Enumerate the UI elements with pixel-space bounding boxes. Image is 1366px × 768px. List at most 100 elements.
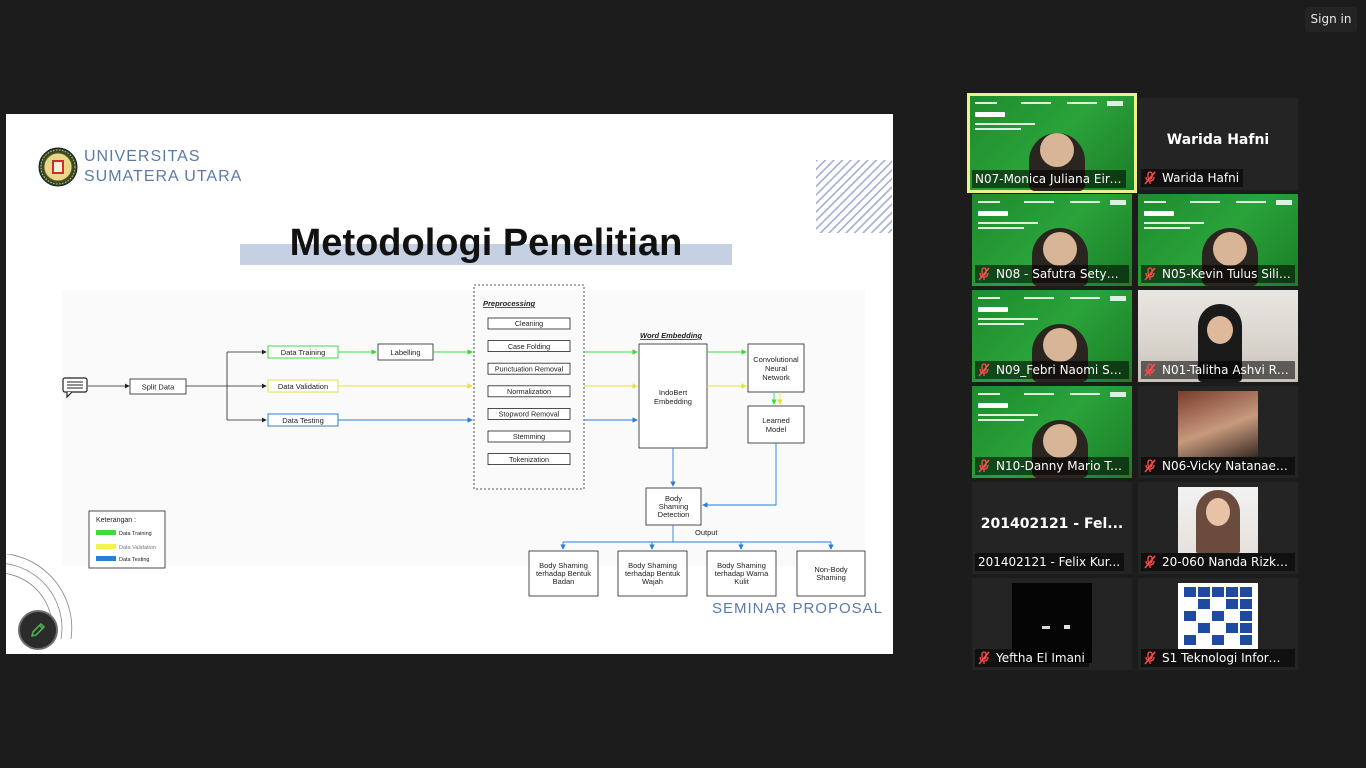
mic-muted-icon [978, 267, 990, 281]
virtual-background-banner [976, 294, 1128, 326]
participant-display-name: 201402121 - Fel... [980, 516, 1124, 532]
preprocessing-step-label: Stopword Removal [499, 410, 560, 419]
indobert-label-2: Embedding [654, 397, 692, 406]
participant-photo [1178, 391, 1258, 457]
participant-display-name: Warida Hafni [1166, 132, 1270, 148]
data-validation-label: Data Validation [278, 382, 328, 391]
participant-tile[interactable]: N10-Danny Mario Tu... [972, 386, 1132, 478]
participant-name: N05-Kevin Tulus Silito... [1162, 267, 1291, 281]
methodology-diagram: Split Data Data Training Data Validation… [62, 284, 866, 597]
mic-muted-icon [1144, 651, 1156, 665]
participant-name: Warida Hafni [1162, 171, 1240, 185]
participant-tile[interactable]: N09_Febri Naomi Sof... [972, 290, 1132, 382]
preprocessing-steps: Cleaning Case Folding Punctuation Removal N… [487, 317, 571, 466]
output-wajah-3: Wajah [642, 577, 663, 586]
participant-name-label: 201402121 - Felix Kur... [975, 553, 1125, 571]
participant-name-label: N01-Talitha Ashvi Ray... [1141, 361, 1295, 379]
participant-name: N09_Febri Naomi Sof... [996, 363, 1125, 377]
preprocessing-step-label: Case Folding [508, 342, 550, 351]
participant-name: 201402121 - Felix Kur... [978, 555, 1121, 569]
output-label: Output [695, 528, 718, 537]
participant-name: N01-Talitha Ashvi Ray... [1162, 363, 1291, 377]
participant-tile[interactable]: N07-Monica Juliana Eire... [967, 93, 1137, 193]
light-spot [1064, 625, 1070, 629]
learned-model-label-2: Model [766, 425, 787, 434]
comment-icon [62, 377, 88, 399]
preprocessing-title: Preprocessing [483, 299, 536, 308]
participant-tile[interactable]: S1 Teknologi Informasi [1138, 578, 1298, 670]
light-spot [1042, 626, 1050, 629]
participant-name-label: N05-Kevin Tulus Silito... [1141, 265, 1295, 283]
participant-name-label: N09_Febri Naomi Sof... [975, 361, 1129, 379]
participant-name-label: N07-Monica Juliana Eire... [972, 170, 1126, 188]
labelling-label: Labelling [390, 348, 420, 357]
participant-name: S1 Teknologi Informasi [1162, 651, 1291, 665]
participant-face [1213, 232, 1247, 266]
split-data-label: Split Data [142, 383, 175, 392]
participant-face [1040, 133, 1074, 167]
legend-training: Data Training [119, 531, 152, 537]
participant-name-label: Yeftha El Imani [975, 649, 1089, 667]
participant-tile[interactable]: N05-Kevin Tulus Silito... [1138, 194, 1298, 286]
legend-swatch-validation [96, 544, 116, 549]
mic-muted-icon [1144, 459, 1156, 473]
output-non-body-2: Shaming [816, 573, 846, 582]
participant-name-label: 20-060 Nanda Rizki A... [1141, 553, 1295, 571]
data-training-label: Data Training [281, 348, 326, 357]
slide-footer: SEMINAR PROPOSAL [711, 600, 883, 617]
participant-name-label: Warida Hafni [1141, 169, 1244, 187]
virtual-background-banner [976, 198, 1128, 230]
mic-muted-icon [1144, 555, 1156, 569]
legend-validation: Data Validation [119, 545, 156, 551]
learned-model-label-1: Learned [762, 416, 790, 425]
participant-name: 20-060 Nanda Rizki A... [1162, 555, 1291, 569]
cnn-label-1: Convolutional [753, 355, 799, 364]
legend-swatch-testing [96, 556, 116, 561]
participant-tile[interactable]: Warida Hafni Warida Hafni [1138, 98, 1298, 190]
annotate-button[interactable] [18, 610, 58, 650]
participant-name: N08 - Safutra Setya A... [996, 267, 1125, 281]
participant-face [1043, 328, 1077, 362]
output-badan-3: Badan [553, 577, 575, 586]
participant-tile[interactable]: N06-Vicky Natanael S... [1138, 386, 1298, 478]
participant-name-label: N10-Danny Mario Tu... [975, 457, 1129, 475]
preprocessing-step-label: Cleaning [515, 319, 543, 328]
participant-logo [1178, 583, 1258, 649]
indobert-label-1: IndoBert [659, 388, 688, 397]
output-kulit-3: Kulit [734, 577, 750, 586]
word-embedding-title: Word Embedding [640, 331, 702, 340]
participant-name-label: N06-Vicky Natanael S... [1141, 457, 1295, 475]
cnn-label-3: Network [762, 373, 790, 382]
participant-face [1043, 424, 1077, 458]
mic-muted-icon [1144, 363, 1156, 377]
participant-name-label: S1 Teknologi Informasi [1141, 649, 1295, 667]
participant-tile[interactable]: Yeftha El Imani [972, 578, 1132, 670]
detection-label-3: Detection [658, 510, 690, 519]
meeting-window: Sign in UNIVERSITAS SUMATERA UTARA Metod… [0, 0, 1366, 768]
participant-tile[interactable]: 20-060 Nanda Rizki A... [1138, 482, 1298, 574]
sign-in-button[interactable]: Sign in [1305, 7, 1357, 32]
virtual-background-banner [976, 390, 1128, 422]
participant-name: N07-Monica Juliana Eire... [975, 172, 1122, 186]
preprocessing-step-label: Normalization [507, 387, 551, 396]
virtual-background-banner [973, 99, 1131, 131]
data-testing-label: Data Testing [282, 416, 324, 425]
mic-muted-icon [978, 651, 990, 665]
mic-muted-icon [978, 363, 990, 377]
preprocessing-step-label: Stemming [513, 432, 545, 441]
preprocessing-step-label: Punctuation Removal [495, 364, 564, 373]
virtual-background-banner [1142, 198, 1294, 230]
shared-slide: UNIVERSITAS SUMATERA UTARA Metodologi Pe… [6, 114, 893, 654]
mic-muted-icon [978, 459, 990, 473]
participant-name-label: N08 - Safutra Setya A... [975, 265, 1129, 283]
participant-tile[interactable]: N01-Talitha Ashvi Ray... [1138, 290, 1298, 382]
pencil-icon [31, 623, 45, 637]
legend-swatch-training [96, 530, 116, 535]
legend-title: Keterangan : [96, 517, 136, 524]
participant-face [1207, 316, 1233, 344]
mic-muted-icon [1144, 171, 1156, 185]
participant-face [1043, 232, 1077, 266]
participant-tile[interactable]: N08 - Safutra Setya A... [972, 194, 1132, 286]
participant-name: N06-Vicky Natanael S... [1162, 459, 1291, 473]
participant-tile[interactable]: 201402121 - Fel... 201402121 - Felix Kur.… [972, 482, 1132, 574]
